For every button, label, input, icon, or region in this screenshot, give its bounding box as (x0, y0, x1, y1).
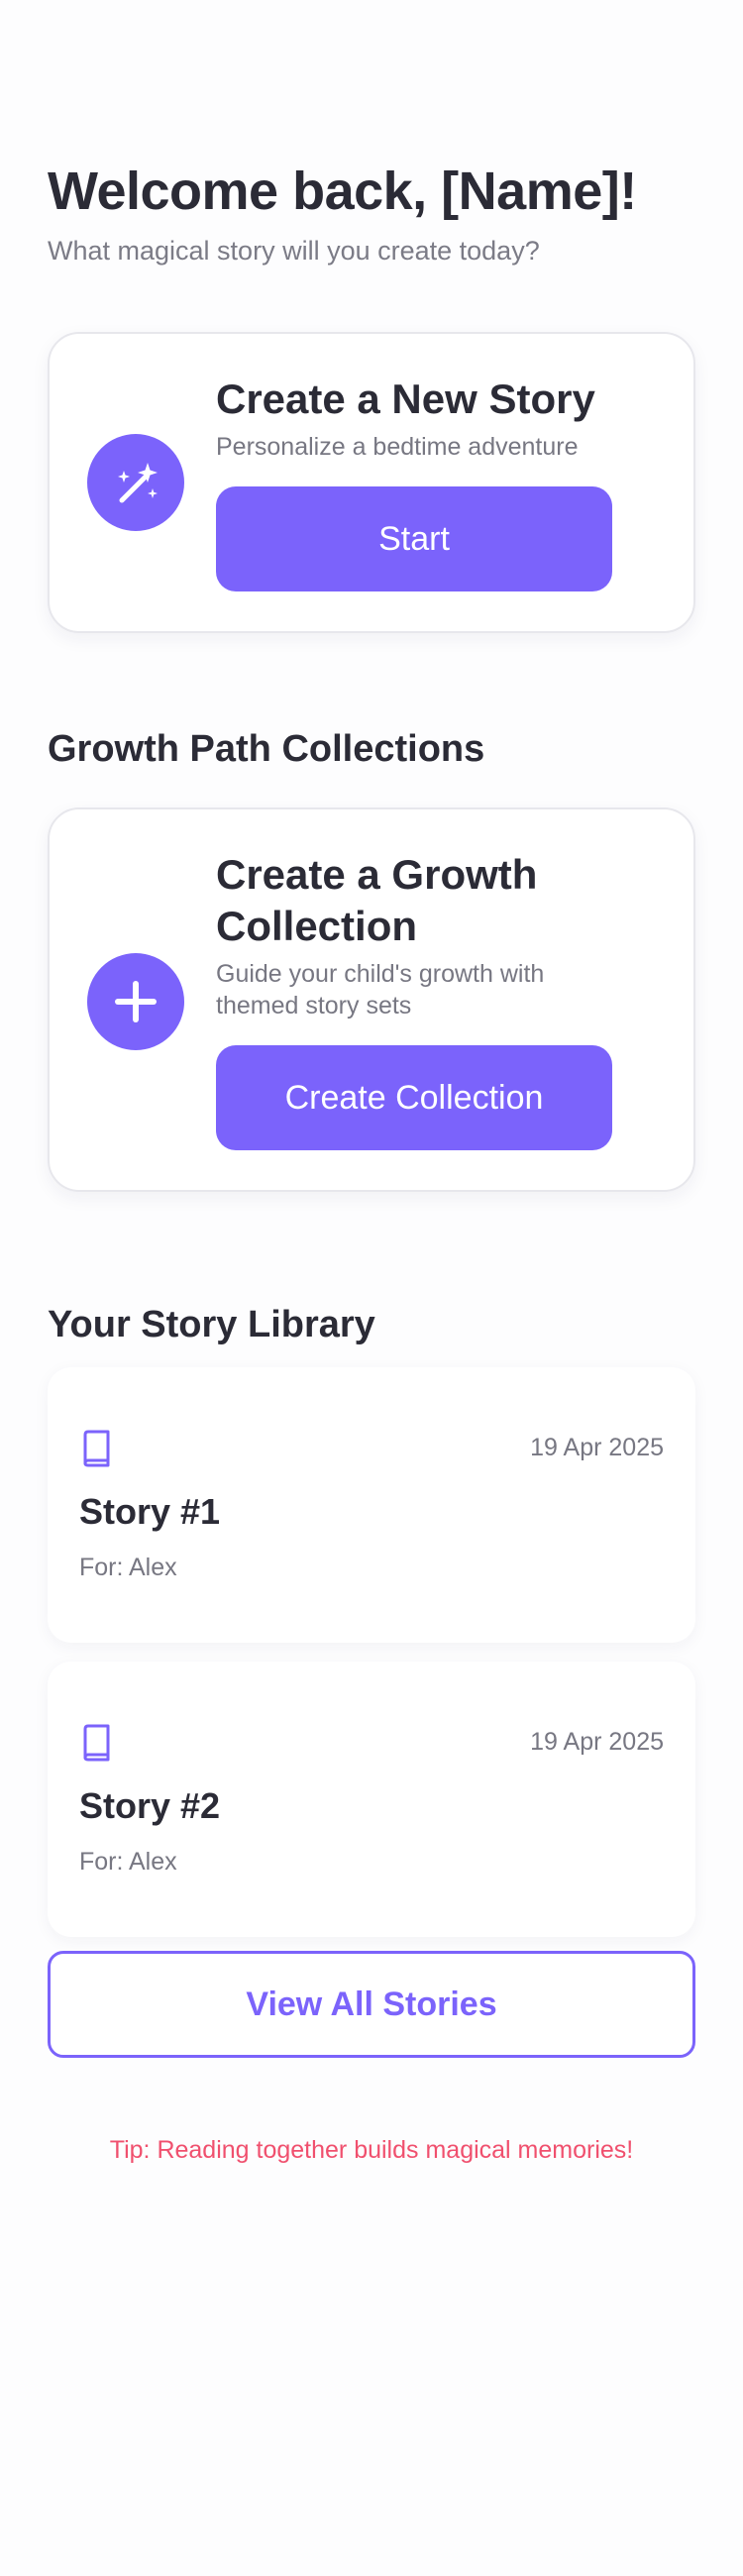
growth-collection-title: Create a Growth Collection (216, 851, 538, 949)
new-story-description: Personalize a bedtime adventure (216, 433, 579, 461)
story-card[interactable]: 19 Apr 2025 Story #2 For: Alex (48, 1662, 695, 1937)
home-screen: Welcome back, [Name]! What magical story… (0, 0, 743, 2576)
story-title: Story #2 (79, 1785, 221, 1826)
growth-collection-card: Create a Growth Collection Guide your ch… (48, 807, 695, 1192)
story-date: 19 Apr 2025 (530, 1728, 664, 1756)
start-button[interactable]: Start (216, 486, 612, 591)
new-story-card: Create a New Story Personalize a bedtime… (48, 332, 695, 633)
book-icon (83, 1724, 110, 1762)
new-story-card-body: Create a New Story Personalize a bedtime… (216, 374, 612, 591)
tip-text: Tip: Reading together builds magical mem… (109, 2136, 634, 2164)
view-all-stories-button[interactable]: View All Stories (48, 1951, 695, 2058)
book-icon (83, 1430, 110, 1467)
new-story-title: Create a New Story (216, 376, 595, 422)
welcome-subtitle: What magical story will you create today… (48, 236, 540, 266)
create-collection-button[interactable]: Create Collection (216, 1045, 612, 1150)
growth-card-body: Create a Growth Collection Guide your ch… (216, 849, 612, 1150)
story-title: Story #1 (79, 1491, 221, 1532)
story-card[interactable]: 19 Apr 2025 Story #1 For: Alex (48, 1367, 695, 1643)
magic-wand-icon (87, 434, 184, 531)
welcome-title: Welcome back, [Name]! (48, 161, 637, 221)
growth-collection-description: Guide your child's growth with themed st… (216, 960, 545, 1020)
story-date: 19 Apr 2025 (530, 1434, 664, 1461)
library-heading: Your Story Library (48, 1304, 375, 1345)
story-recipient: For: Alex (79, 1848, 177, 1876)
plus-icon (87, 953, 184, 1050)
growth-section-heading: Growth Path Collections (48, 728, 485, 770)
story-recipient: For: Alex (79, 1554, 177, 1581)
